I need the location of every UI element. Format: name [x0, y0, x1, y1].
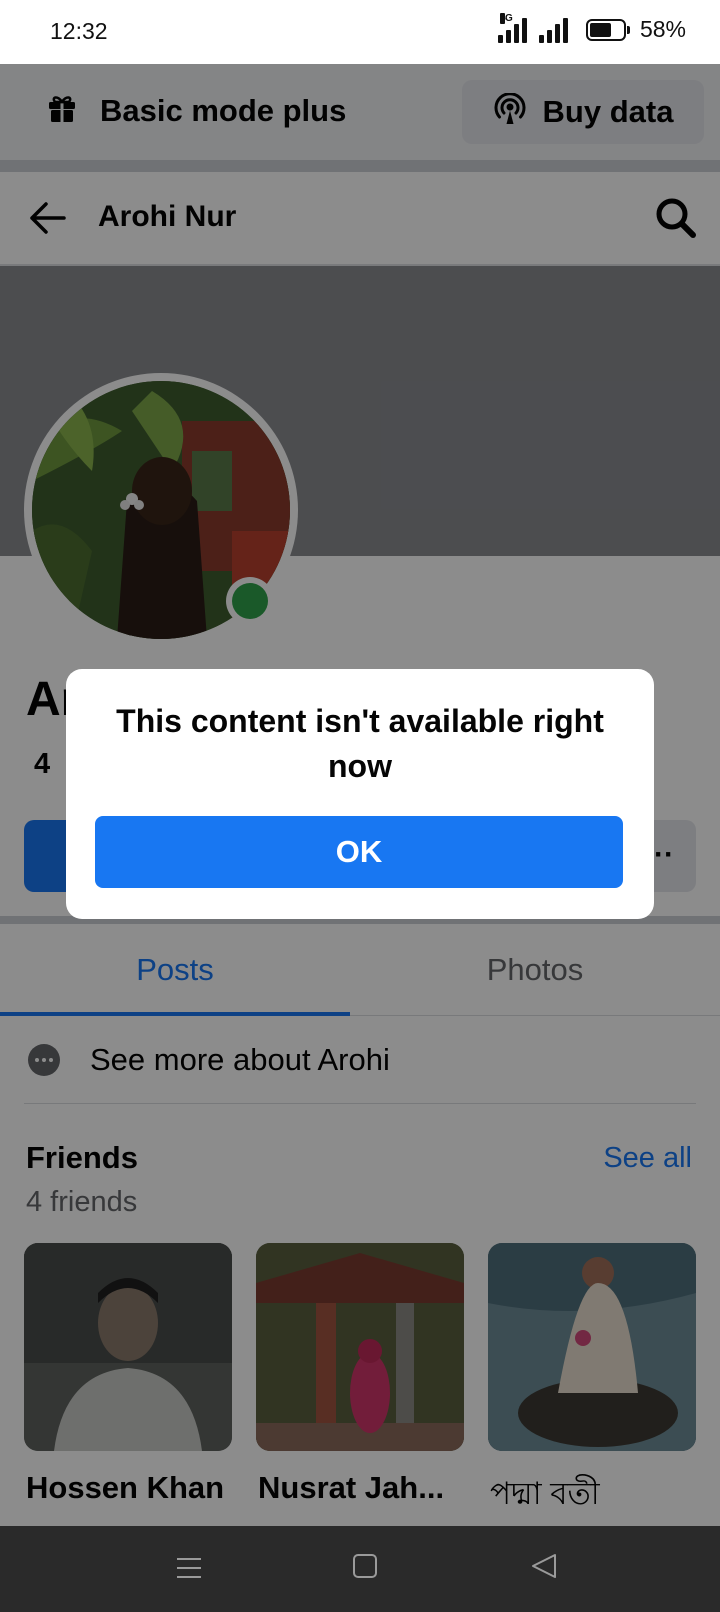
- nav-back-icon[interactable]: [530, 1552, 558, 1585]
- system-nav-bar: [0, 1526, 720, 1612]
- signal-icon: [538, 17, 568, 43]
- battery-fill: [589, 22, 611, 37]
- status-icons: 4G 58%: [497, 12, 686, 43]
- battery-percent: 58%: [639, 16, 686, 42]
- content-unavailable-dialog: This content isn't available right now O…: [66, 669, 654, 919]
- status-bar: 12:32 4G 58%: [0, 0, 720, 64]
- nav-home-icon[interactable]: [352, 1552, 378, 1585]
- ok-button[interactable]: OK: [95, 816, 623, 888]
- battery-icon: [585, 18, 630, 41]
- status-time: 12:32: [50, 18, 108, 44]
- nav-menu-icon[interactable]: [176, 1556, 202, 1585]
- network-signal-icon: 4G: [497, 12, 527, 43]
- network-type: 4G: [499, 12, 513, 24]
- dialog-message: This content isn't available right now: [116, 703, 604, 784]
